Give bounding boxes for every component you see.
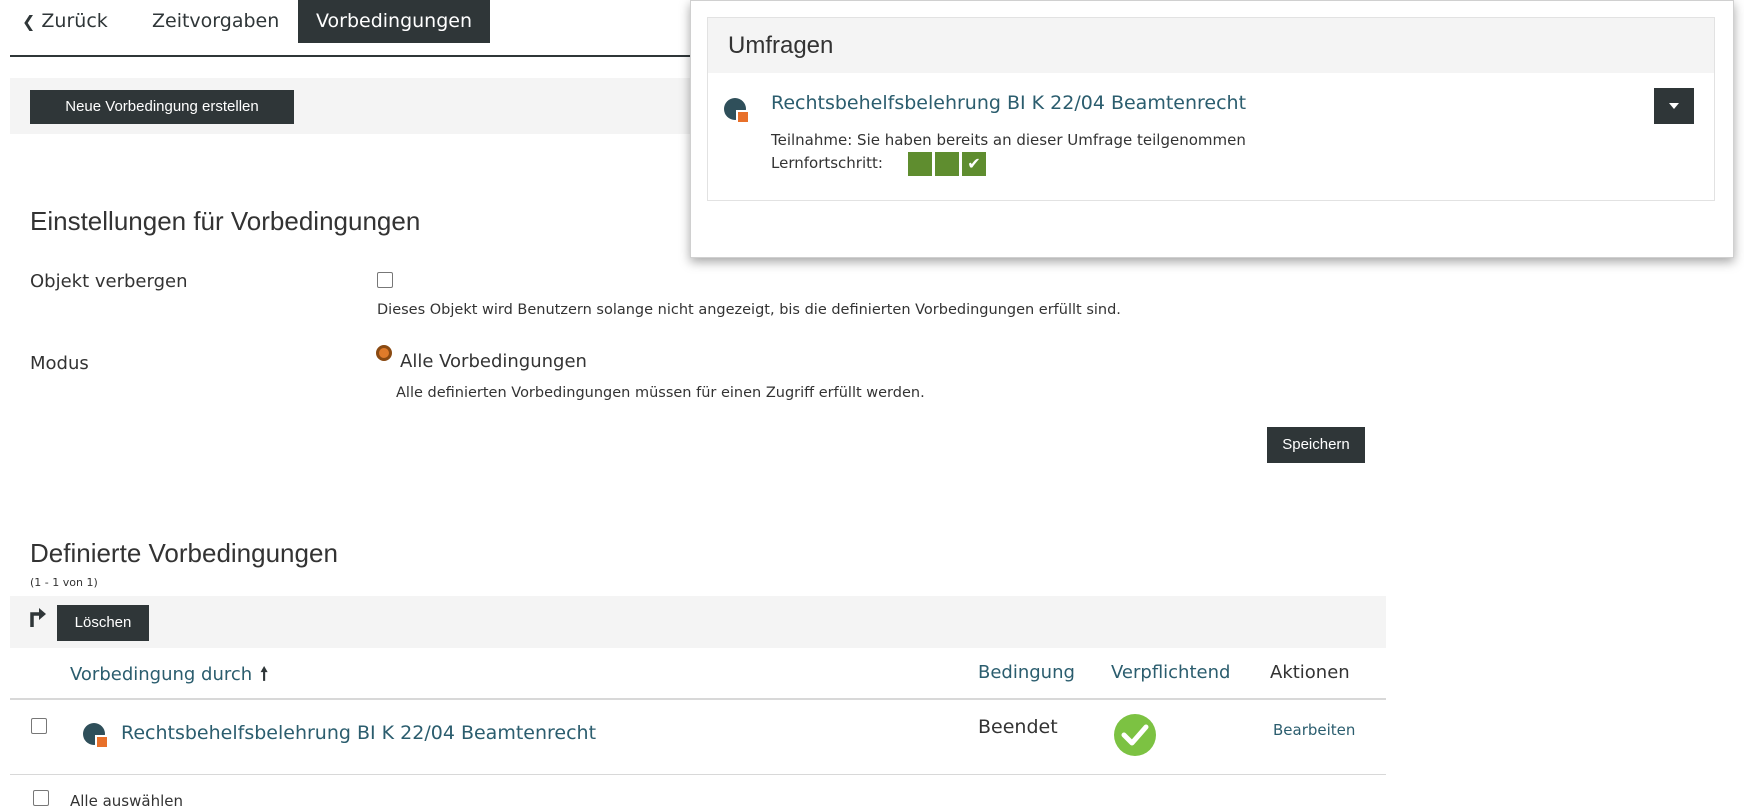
column-header-by-label: Vorbedingung durch <box>70 664 253 685</box>
column-header-actions: Aktionen <box>1270 662 1350 683</box>
check-circle-icon <box>1114 714 1156 756</box>
column-header-by[interactable]: Vorbedingung durch 🠕 <box>70 662 268 692</box>
select-all-label[interactable]: Alle auswählen <box>70 792 183 810</box>
column-header-mandatory[interactable]: Verpflichtend <box>1111 662 1230 683</box>
progress-check-icon: ✔ <box>962 152 986 176</box>
hide-object-checkbox[interactable] <box>377 272 393 288</box>
progress-box <box>935 152 959 176</box>
hide-object-description: Dieses Objekt wird Benutzern solange nic… <box>377 302 1121 318</box>
table-row-divider <box>10 698 1386 700</box>
survey-title-link[interactable]: Rechtsbehelfsbelehrung BI K 22/04 Beamte… <box>771 92 1246 114</box>
mode-label: Modus <box>30 353 89 374</box>
row-checkbox[interactable] <box>31 718 47 734</box>
save-button[interactable]: Speichern <box>1267 427 1365 463</box>
mode-all-label[interactable]: Alle Vorbedingungen <box>400 351 587 372</box>
select-all-checkbox[interactable] <box>33 790 49 806</box>
progress-label: Lernfortschritt: <box>771 154 883 172</box>
survey-icon <box>724 98 748 122</box>
table-footer-divider <box>10 774 1386 775</box>
survey-panel-title: Umfragen <box>728 32 834 59</box>
tab-back-label: Zurück <box>41 10 108 32</box>
new-condition-button[interactable]: Neue Vorbedingung erstellen <box>30 90 294 124</box>
tab-zeitvorgaben[interactable]: Zeitvorgaben <box>152 0 279 43</box>
survey-actions-dropdown[interactable] <box>1654 88 1694 124</box>
table-toolbar <box>10 596 1386 648</box>
arrow-turn-right-icon[interactable] <box>28 605 48 629</box>
hide-object-label: Objekt verbergen <box>30 271 188 292</box>
sort-up-icon: 🠕 <box>260 664 268 685</box>
chevron-left-icon: ❮ <box>22 12 36 31</box>
column-header-condition[interactable]: Bedingung <box>978 662 1075 683</box>
tab-vorbedingungen[interactable]: Vorbedingungen <box>298 0 490 43</box>
survey-participation: Teilnahme: Sie haben bereits an dieser U… <box>771 131 1246 149</box>
caret-down-icon <box>1669 103 1679 109</box>
tab-back[interactable]: ❮ Zurück <box>22 0 108 43</box>
survey-panel-header: Umfragen <box>708 18 1714 73</box>
mode-all-radio[interactable] <box>376 345 392 361</box>
result-count: (1 - 1 von 1) <box>30 576 98 589</box>
progress-box <box>908 152 932 176</box>
delete-button[interactable]: Löschen <box>57 605 149 641</box>
row-condition: Beendet <box>978 716 1058 738</box>
mode-description: Alle definierten Vorbedingungen müssen f… <box>396 385 925 401</box>
survey-icon <box>83 723 107 747</box>
settings-title: Einstellungen für Vorbedingungen <box>30 206 421 236</box>
row-edit-link[interactable]: Bearbeiten <box>1273 721 1355 739</box>
row-title-link[interactable]: Rechtsbehelfsbelehrung BI K 22/04 Beamte… <box>121 722 596 744</box>
survey-overlay-card: Umfragen Rechtsbehelfsbelehrung BI K 22/… <box>690 0 1734 258</box>
defined-conditions-title: Definierte Vorbedingungen <box>30 538 338 568</box>
